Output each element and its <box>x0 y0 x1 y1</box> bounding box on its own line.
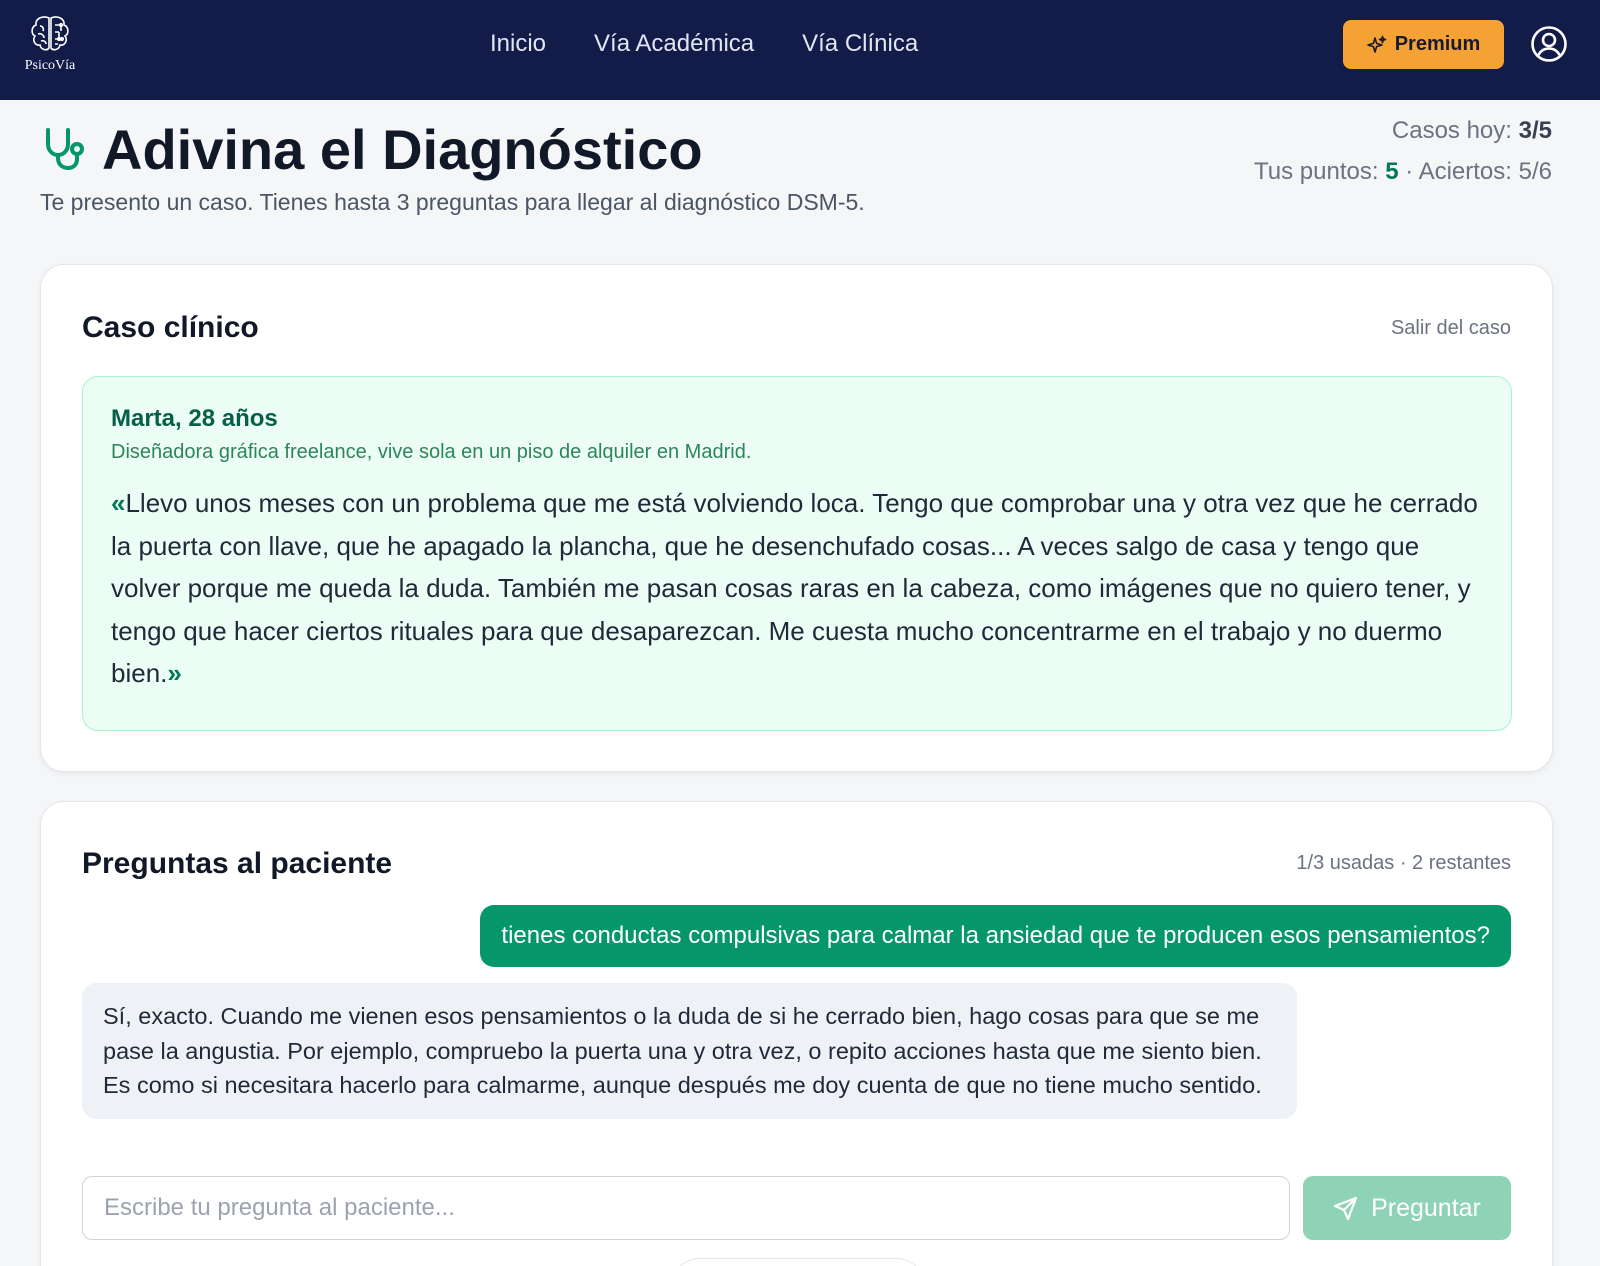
cases-today-value: 3/5 <box>1518 117 1552 144</box>
clinical-case-heading: Caso clínico <box>82 311 259 344</box>
send-icon <box>1333 1196 1358 1221</box>
premium-label: Premium <box>1394 33 1481 55</box>
patient-name: Marta, 28 años <box>111 405 278 432</box>
clinical-case-card: Caso clínico Salir del caso Marta, 28 añ… <box>40 264 1553 772</box>
score-line: Tus puntos: 5 · Aciertos: 5/6 <box>1254 151 1552 192</box>
quote-open-mark: « <box>111 488 126 518</box>
brain-icon <box>31 16 69 51</box>
daily-stats: Casos hoy: 3/5 Tus puntos: 5 · Aciertos:… <box>1254 110 1552 192</box>
points-label: Tus puntos: <box>1254 158 1379 185</box>
points-value: 5 <box>1385 158 1399 185</box>
ask-button-label: Preguntar <box>1371 1193 1481 1222</box>
question-input[interactable] <box>82 1176 1290 1240</box>
user-circle-icon[interactable] <box>1530 25 1568 63</box>
patient-quote: «Llevo unos meses con un problema que me… <box>111 482 1483 695</box>
stethoscope-icon <box>46 128 84 170</box>
questions-counter: 1/3 usadas · 2 restantes <box>1296 852 1511 874</box>
patient-description: Diseñadora gráfica freelance, vive sola … <box>111 441 752 463</box>
stats-separator: · <box>1398 158 1419 185</box>
hits-value: 5/6 <box>1518 158 1552 185</box>
cases-today: Casos hoy: 3/5 <box>1254 110 1552 151</box>
questions-heading: Preguntas al paciente <box>82 847 393 880</box>
quote-text: Llevo unos meses con un problema que me … <box>111 488 1478 688</box>
case-description-box: Marta, 28 años Diseñadora gráfica freela… <box>82 376 1512 731</box>
secondary-action-button[interactable] <box>670 1258 926 1266</box>
nav-link-via-academica[interactable]: Vía Académica <box>594 30 754 58</box>
brand-logo[interactable]: PsicoVía <box>18 12 82 74</box>
ask-button[interactable]: Preguntar <box>1303 1176 1511 1240</box>
page-title: Adivina el Diagnóstico <box>102 118 703 181</box>
hits-label: Aciertos: <box>1418 158 1512 185</box>
nav-link-via-clinica[interactable]: Vía Clínica <box>802 30 918 58</box>
sparkles-icon <box>1366 35 1387 53</box>
exit-case-link[interactable]: Salir del caso <box>1391 317 1511 340</box>
cases-today-label: Casos hoy: <box>1391 117 1512 144</box>
brand-name: PsicoVía <box>24 58 76 73</box>
patient-questions-card: Preguntas al paciente 1/3 usadas · 2 res… <box>40 801 1553 1266</box>
top-navbar: PsicoVía Inicio Vía Académica Vía Clínic… <box>0 0 1600 100</box>
page-subtitle: Te presento un caso. Tienes hasta 3 preg… <box>40 189 865 215</box>
nav-link-inicio[interactable]: Inicio <box>490 30 546 58</box>
patient-reply-bubble: Sí, exacto. Cuando me vienen esos pensam… <box>82 983 1297 1119</box>
user-question-bubble: tienes conductas compulsivas para calmar… <box>480 905 1511 967</box>
quote-close-mark: » <box>167 658 182 688</box>
main-nav: Inicio Vía Académica Vía Clínica <box>490 30 918 58</box>
premium-button[interactable]: Premium <box>1343 20 1504 69</box>
